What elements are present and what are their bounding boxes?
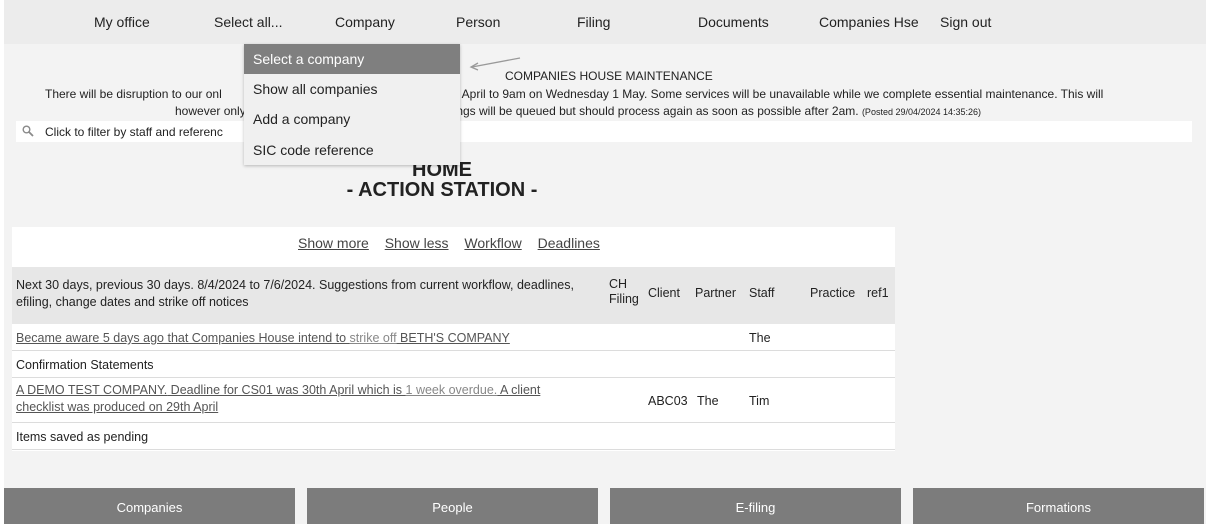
deadlines-link[interactable]: Deadlines [538,235,600,251]
section-items-pending: Items saved as pending [16,430,149,444]
maintenance-title: COMPANIES HOUSE MAINTENANCE [505,69,713,83]
search-icon [22,125,34,137]
menu-item-sic-code-reference[interactable]: SIC code reference [244,135,460,165]
staff-filter-bar[interactable]: Click to filter by staff and referenc [16,121,1192,142]
header-partner: Partner [695,286,736,300]
filter-label: Click to filter by staff and referenc [45,125,223,139]
header-ch-filing-line2: Filing [609,292,639,306]
pointer-arrow-icon [469,57,521,71]
menu-item-select-a-company[interactable]: Select a company [244,44,460,74]
tab-e-filing[interactable]: E-filing [610,488,901,524]
action-station-panel: Show more Show less Workflow Deadlines N… [12,227,895,451]
demo-company-link[interactable]: A DEMO TEST COMPANY. [16,383,167,397]
nav-sign-out[interactable]: Sign out [940,14,991,30]
nav-filing[interactable]: Filing [577,14,610,30]
header-client: Client [648,286,680,300]
row-staff: The [749,331,771,345]
nav-company[interactable]: Company [335,14,395,30]
show-more-link[interactable]: Show more [298,235,369,251]
tab-people[interactable]: People [307,488,598,524]
nav-my-office[interactable]: My office [94,14,150,30]
header-ch-filing: CH Filing [609,277,639,307]
row-client: ABC03 [648,394,688,408]
tab-formations[interactable]: Formations [913,488,1204,524]
header-practice: Practice [810,286,856,300]
maintenance-line-1-end: ) April to 9am on Wednesday 1 May. Some … [455,87,1104,101]
nav-documents[interactable]: Documents [698,14,769,30]
section-confirmation-statements: Confirmation Statements [16,358,154,372]
table-row: A DEMO TEST COMPANY. Deadline for CS01 w… [12,378,895,423]
header-description: Next 30 days, previous 30 days. 8/4/2024… [16,278,574,309]
menu-item-show-all-companies[interactable]: Show all companies [244,74,460,104]
strike-off-notice-link[interactable]: Became aware 5 days ago that Companies H… [16,331,350,345]
table-row: Became aware 5 days ago that Companies H… [12,324,895,351]
header-staff: Staff [749,286,775,300]
workflow-link[interactable]: Workflow [464,235,521,251]
maintenance-line-1: There will be disruption to our onl ) Ap… [45,87,1103,101]
panel-links: Show more Show less Workflow Deadlines [298,235,612,251]
checklist-date-link[interactable]: checklist was produced on 29th April [16,400,218,414]
overdue-link[interactable]: 1 week overdue. [406,383,498,397]
deadline-link[interactable]: Deadline for CS01 was 30th April which i… [167,383,405,397]
row-partner: The [697,394,719,408]
nav-select-all[interactable]: Select all... [214,14,282,30]
row-text: A DEMO TEST COMPANY. Deadline for CS01 w… [16,382,540,416]
row-text: Became aware 5 days ago that Companies H… [16,331,510,345]
beths-company-link[interactable]: BETH'S COMPANY [397,331,510,345]
select-all-dropdown: Select a company Show all companies Add … [244,44,460,165]
client-checklist-link[interactable]: A client [497,383,540,397]
nav-person[interactable]: Person [456,14,500,30]
table-header: Next 30 days, previous 30 days. 8/4/2024… [12,267,895,324]
header-ch-filing-line1: CH [609,277,628,291]
row-staff: Tim [749,394,770,408]
maintenance-line-2-end: filings will be queued but should proces… [445,104,981,118]
maintenance-line-1-start: There will be disruption to our onl [45,87,222,101]
maintenance-line-2-text: filings will be queued but should proces… [445,104,859,118]
header-ref1: ref1 [867,286,889,300]
nav-companies-house[interactable]: Companies Hse [819,14,919,30]
maintenance-posted-date: (Posted 29/04/2024 14:35:26) [861,107,982,117]
action-station-title: - ACTION STATION - [346,179,538,201]
strike-off-link[interactable]: strike off [350,331,397,345]
menu-item-add-a-company[interactable]: Add a company [244,104,460,134]
tab-companies[interactable]: Companies [4,488,295,524]
show-less-link[interactable]: Show less [385,235,449,251]
table-row: Confirmation Statements [12,351,895,378]
table-row: Items saved as pending [12,423,895,450]
